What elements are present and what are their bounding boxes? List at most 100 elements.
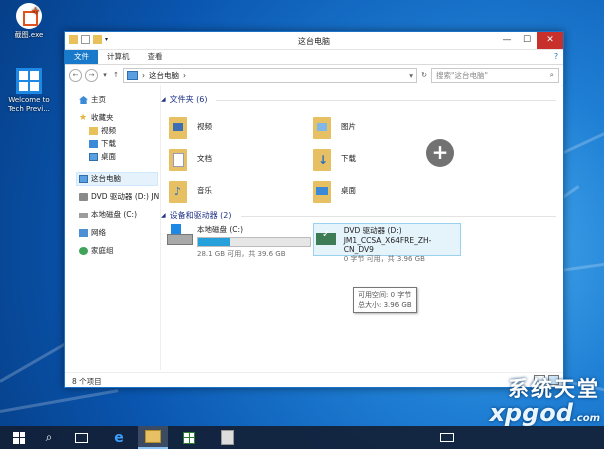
folder-label: 音乐 <box>197 185 212 195</box>
folder-downloads[interactable]: ↓ 下载 <box>313 145 356 171</box>
chevron-right-icon: › <box>142 70 145 80</box>
folder-documents[interactable]: 文档 <box>169 145 212 171</box>
drive-volume-label: JM1_CCSA_X64FRE_ZH-CN_DV9 <box>343 236 432 254</box>
nav-item-label: 网络 <box>91 228 106 237</box>
back-button[interactable]: ← <box>69 68 82 82</box>
tab-computer[interactable]: 计算机 <box>98 50 139 64</box>
task-view-icon <box>74 432 88 443</box>
home-icon <box>79 96 88 104</box>
drive-usage-fill <box>198 238 231 246</box>
nav-item-label: 本地磁盘 (C:) <box>91 210 137 219</box>
start-button[interactable] <box>4 426 34 449</box>
store-button[interactable] <box>174 426 204 449</box>
group-title: 设备和驱动器 (2) <box>169 211 232 220</box>
tab-view[interactable]: 查看 <box>139 50 172 64</box>
disk-icon <box>167 224 193 246</box>
search-button[interactable]: ⌕ <box>34 426 64 449</box>
drive-name: DVD 驱动器 (D:) <box>343 226 402 235</box>
tab-file[interactable]: 文件 <box>65 50 98 64</box>
drive-tooltip: 可用空间: 0 字节 总大小: 3.96 GB <box>353 287 417 313</box>
window-title: 这台电脑 <box>298 37 330 46</box>
internet-explorer-button[interactable]: e <box>104 426 134 449</box>
pictures-folder-icon <box>313 113 333 139</box>
store-icon <box>183 431 195 444</box>
forward-button[interactable]: → <box>85 68 98 82</box>
star-icon: ★ <box>79 113 88 123</box>
title-bar[interactable]: ▾ 这台电脑 — ☐ ✕ <box>65 32 563 50</box>
nav-item-homegroup[interactable]: 家庭组 <box>79 245 114 257</box>
divider <box>216 100 556 101</box>
add-overlay-button[interactable]: + <box>426 139 454 167</box>
desktop-icon-label: Welcome to Tech Previ... <box>8 96 50 113</box>
chevron-down-icon[interactable]: ▾ <box>409 71 413 80</box>
tooltip-free-space: 可用空间: 0 字节 <box>358 291 412 299</box>
nav-item-this-pc[interactable]: 这台电脑 <box>76 172 158 186</box>
windows-logo-icon <box>13 431 25 444</box>
item-count: 8 个项目 <box>72 377 102 386</box>
nav-item-label: 主页 <box>91 95 106 104</box>
folder-videos[interactable]: 视频 <box>169 113 212 139</box>
minimize-button[interactable]: — <box>497 32 517 49</box>
watermark-line2: xpgod.com <box>489 399 600 427</box>
nav-item-downloads[interactable]: 下载 <box>89 138 116 150</box>
folders-group-header[interactable]: ◢ 文件夹 (6) <box>161 94 208 105</box>
nav-item-label: 下载 <box>101 139 116 148</box>
search-icon: ⌕ <box>45 430 53 444</box>
nav-item-label: 桌面 <box>101 152 116 161</box>
content-pane: ◢ 文件夹 (6) 视频 图片 文档 ↓ 下载 ♪ 音乐 桌面 ◢ 设备和驱动器… <box>161 85 561 370</box>
close-button[interactable]: ✕ <box>537 32 563 49</box>
watermark-domain: .com <box>572 413 600 424</box>
drive-local-c[interactable]: 本地磁盘 (C:) 28.1 GB 可用，共 39.6 GB <box>167 224 311 259</box>
screenshot-app-icon: + <box>16 3 42 29</box>
nav-item-label: 家庭组 <box>91 246 114 255</box>
folder-music[interactable]: ♪ 音乐 <box>169 177 212 203</box>
up-button[interactable]: ↑ <box>112 71 120 79</box>
nav-item-dvd[interactable]: DVD 驱动器 (D:) JN <box>79 191 159 203</box>
dvd-icon: ✓ <box>316 227 338 249</box>
help-icon[interactable]: ? <box>549 50 563 64</box>
desktop-icon-welcome[interactable]: Welcome to Tech Previ... <box>0 68 58 114</box>
video-folder-icon <box>89 127 98 135</box>
nav-item-label: 收藏夹 <box>91 113 114 122</box>
nav-item-label: DVD 驱动器 (D:) JN <box>91 192 159 201</box>
app-button[interactable] <box>212 426 242 449</box>
refresh-icon[interactable]: ↻ <box>420 71 428 79</box>
breadcrumb[interactable]: 这台电脑 <box>149 70 179 81</box>
chevron-right-icon: › <box>183 70 186 80</box>
devices-group-header[interactable]: ◢ 设备和驱动器 (2) <box>161 210 232 221</box>
drive-dvd-d[interactable]: ✓ DVD 驱动器 (D:) JM1_CCSA_X64FRE_ZH-CN_DV9… <box>313 223 461 263</box>
collapse-icon: ◢ <box>161 96 166 103</box>
computer-icon <box>127 70 138 80</box>
maximize-button[interactable]: ☐ <box>517 32 537 49</box>
nav-item-desktop[interactable]: 桌面 <box>89 151 116 163</box>
drive-detail: 0 字节 可用，共 3.96 GB <box>343 255 425 263</box>
file-explorer-button[interactable] <box>138 426 168 449</box>
recent-locations-icon[interactable]: ▾ <box>101 71 109 79</box>
nav-item-network[interactable]: 网络 <box>79 227 106 239</box>
search-placeholder: 搜索"这台电脑" <box>436 70 488 80</box>
task-view-button[interactable] <box>66 426 96 449</box>
nav-item-home[interactable]: 主页 <box>79 94 106 106</box>
download-folder-icon <box>89 140 98 148</box>
video-folder-icon <box>169 113 189 139</box>
folder-pictures[interactable]: 图片 <box>313 113 356 139</box>
folder-desktop[interactable]: 桌面 <box>313 177 356 203</box>
nav-item-local-disk[interactable]: 本地磁盘 (C:) <box>79 209 137 221</box>
music-folder-icon: ♪ <box>169 177 189 203</box>
folder-label: 桌面 <box>341 185 356 195</box>
status-bar: 8 个项目 <box>65 372 563 387</box>
nav-item-favorites[interactable]: ★ 收藏夹 <box>79 112 114 124</box>
keyboard-tray-icon[interactable] <box>438 426 456 449</box>
address-bar[interactable]: › 这台电脑 › ▾ <box>123 67 417 83</box>
search-icon: ⌕ <box>549 70 554 79</box>
taskbar: ⌕ e <box>0 426 604 449</box>
collapse-icon: ◢ <box>161 212 166 219</box>
nav-item-videos[interactable]: 视频 <box>89 125 116 137</box>
drive-detail: 28.1 GB 可用，共 39.6 GB <box>197 250 286 258</box>
ribbon-tabs: 文件 计算机 查看 ? <box>65 50 563 65</box>
watermark-brand: xpgod <box>489 399 573 427</box>
search-input[interactable]: 搜索"这台电脑" ⌕ <box>431 67 559 83</box>
folder-label: 视频 <box>197 121 212 131</box>
desktop-icon-screenshot[interactable]: + 截图.exe <box>0 3 58 40</box>
app-icon <box>220 430 234 445</box>
